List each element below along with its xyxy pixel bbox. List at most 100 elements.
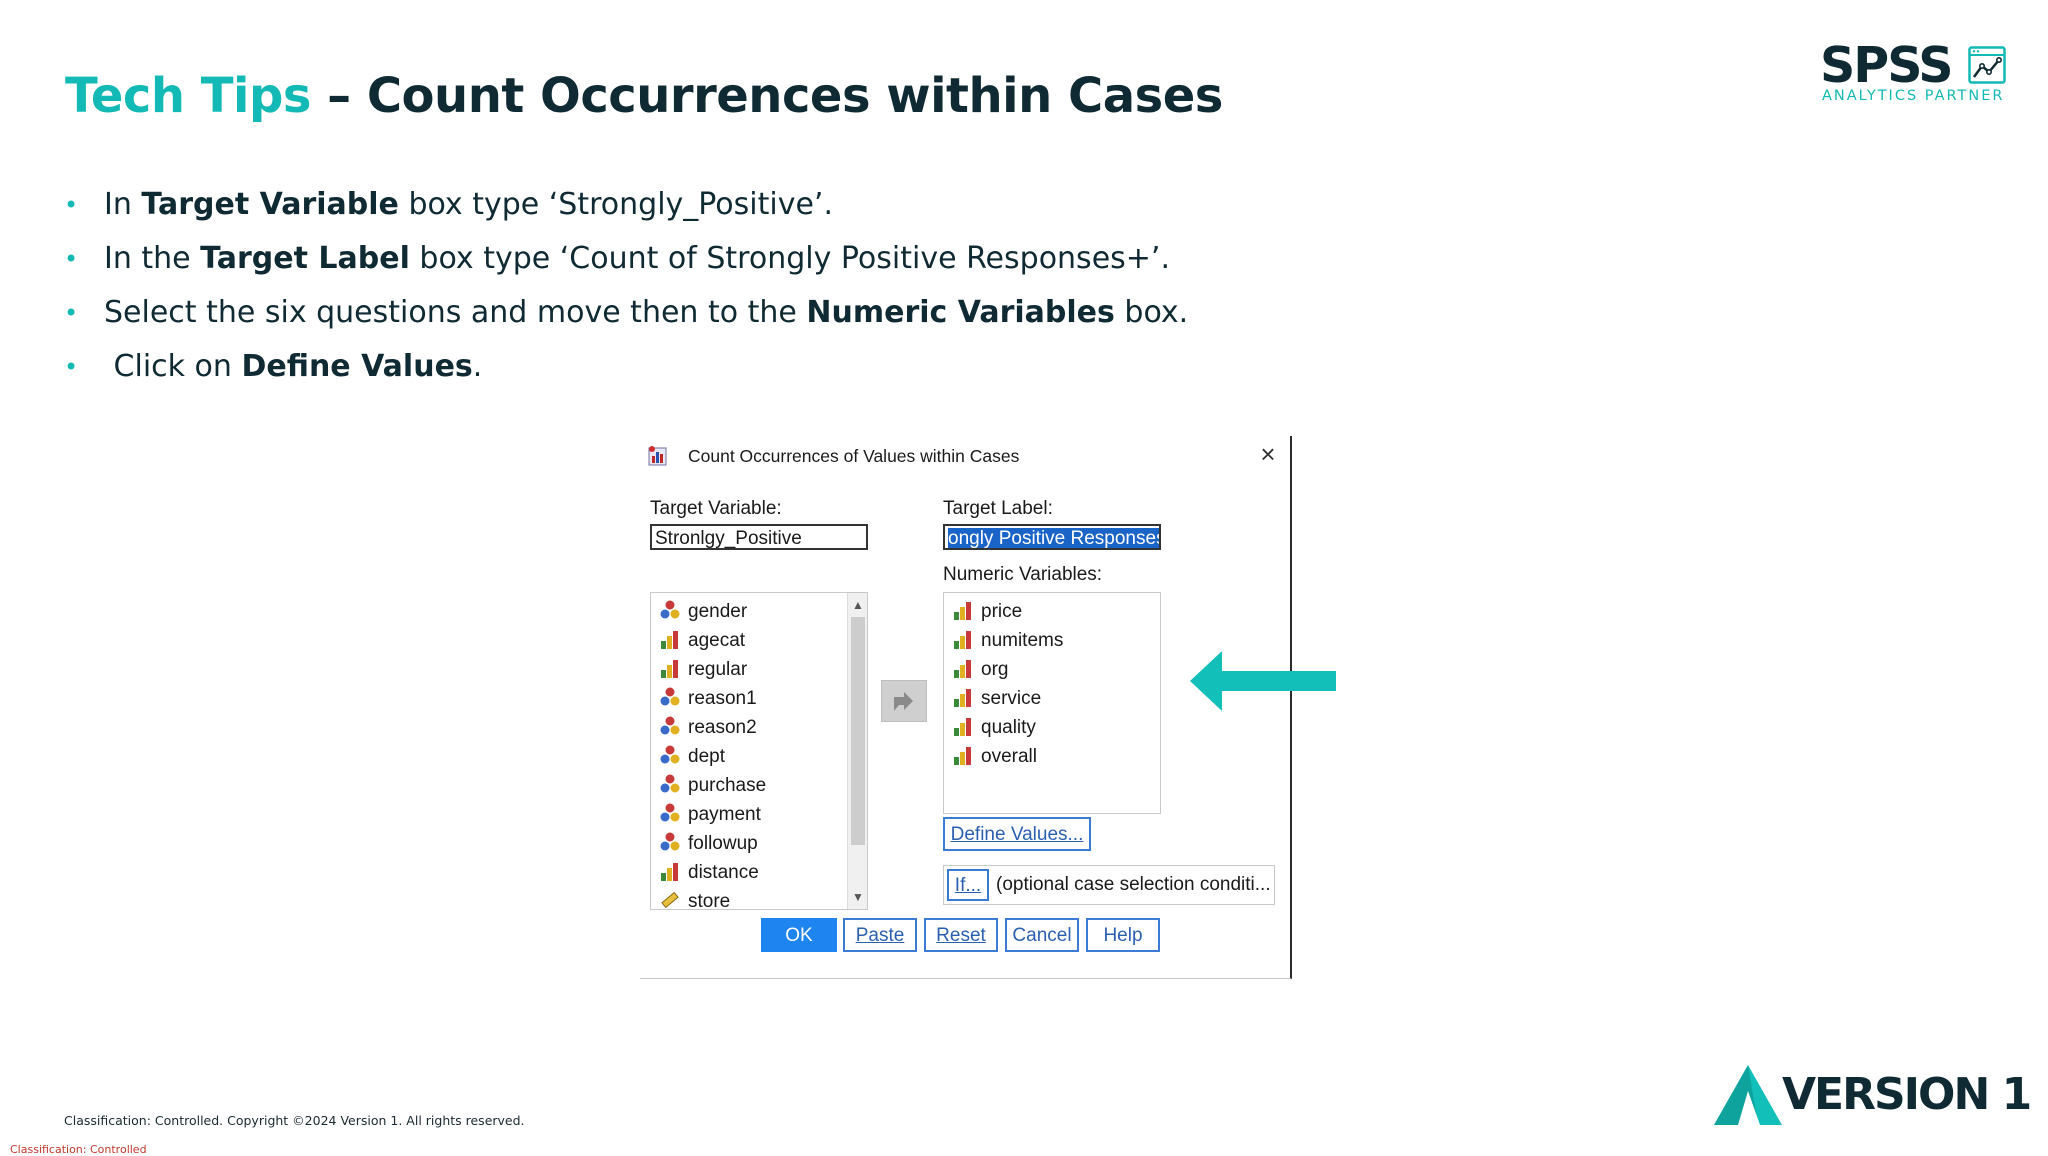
chart-line-icon [1968,46,2006,84]
instruction-text: box. [1114,295,1189,330]
instruction-text: Select the six questions and move then t… [104,295,807,330]
variable-list-item[interactable]: quality [952,713,1036,742]
target-variable-label: Target Variable: [650,498,782,519]
title-rest: – Count Occurrences within Cases [310,68,1223,124]
instruction-text: box type ‘Count of Strongly Positive Res… [409,241,1170,276]
close-icon[interactable]: × [1256,441,1280,467]
variable-name: gender [688,601,748,622]
instruction-bold: Target Label [200,241,410,276]
instruction-text: Click on [104,349,242,384]
define-values-button[interactable]: Define Values... [943,817,1091,851]
target-label-label: Target Label: [943,498,1053,519]
instruction-bold: Define Values [241,349,473,384]
ordinal-variable-icon [954,718,971,736]
reset-label: Reset [936,925,986,946]
variable-list-item[interactable]: overall [952,742,1037,771]
variable-name: agecat [688,630,746,651]
variable-list-item[interactable]: dept [659,742,725,771]
bullet-dot: • [64,353,79,381]
variable-list-item[interactable]: purchase [659,771,766,800]
variable-list-item[interactable]: agecat [659,626,745,655]
variable-name: service [981,688,1042,709]
variable-list-item[interactable]: price [952,597,1022,626]
instruction-bold: Numeric Variables [806,295,1115,330]
variable-name: org [981,659,1009,680]
variable-name: overall [981,746,1037,767]
reset-button[interactable]: Reset [924,918,998,952]
scroll-up-icon[interactable]: ▲ [848,595,867,615]
variable-list-item[interactable]: reason2 [659,713,757,742]
define-values-label: Define Values... [950,824,1084,845]
ordinal-variable-icon [954,660,971,678]
ordinal-variable-icon [954,602,971,620]
ordinal-variable-icon [661,631,678,649]
scale-variable-icon [661,891,679,909]
spss-logo-word: SPSS [1820,37,1954,94]
variable-name: followup [688,833,758,854]
target-variable-value: Stronlgy_Positive [655,528,802,549]
instruction-item: • In the Target Label box type ‘Count of … [62,237,1188,291]
variable-list-item[interactable]: numitems [952,626,1063,655]
variable-list-item[interactable]: service [952,684,1041,713]
variable-name: regular [688,659,748,680]
nominal-variable-icon [660,600,680,619]
help-button[interactable]: Help [1086,918,1160,952]
target-variable-input[interactable]: Stronlgy_Positive [650,524,868,550]
cancel-button[interactable]: Cancel [1005,918,1079,952]
instruction-text: . [472,349,483,384]
copyright-text: Classification: Controlled. Copyright ©2… [64,1113,525,1128]
variable-name: store [688,891,731,910]
variable-name: price [981,601,1023,622]
instruction-text: In the [104,241,201,276]
if-button[interactable]: If... [947,869,989,901]
version1-logo-word: VERSION 1 [1782,1069,2032,1120]
variable-name: distance [688,862,759,883]
bullet-dot: • [64,191,79,219]
variable-list-item[interactable]: distance [659,858,759,887]
spss-app-icon [648,446,667,466]
variable-list-item[interactable]: org [952,655,1008,684]
instruction-bold: Target Variable [141,187,399,222]
variable-list-item[interactable]: gender [659,597,747,626]
variable-list-item[interactable]: followup [659,829,758,858]
numeric-variables-list[interactable]: price numitems org service quality overall [943,592,1161,814]
ordinal-variable-icon [954,747,971,765]
instruction-item: • In Target Variable box type ‘Strongly_P… [62,183,1188,237]
instruction-text: In [104,187,142,222]
instruction-item: • Select the six questions and move then … [62,291,1188,345]
if-condition-text: (optional case selection conditi... [996,874,1271,895]
variable-name: purchase [688,775,767,796]
slide-title: Tech Tips – Count Occurrences within Cas… [65,68,1223,124]
variable-list-item[interactable]: reason1 [659,684,757,713]
scrollbar-thumb[interactable] [851,617,865,845]
variable-list-item[interactable]: store [659,887,731,910]
dialog-title: Count Occurrences of Values within Cases [688,446,1020,466]
nominal-variable-icon [660,687,680,706]
paste-button[interactable]: Paste [843,918,917,952]
numeric-variables-label: Numeric Variables: [943,564,1103,585]
source-variable-list[interactable]: ▲ ▼ gender agecat regular reason1 reason2 dep… [650,592,868,910]
if-condition-row: If... (optional case selection conditi..… [943,865,1275,905]
instruction-list: • In Target Variable box type ‘Strongly_P… [62,183,1188,399]
version1-triangle-icon [1714,1065,1782,1125]
pointer-arrow-icon [1190,651,1336,711]
variable-list-item[interactable]: payment [659,800,761,829]
source-list-scrollbar[interactable]: ▲ ▼ [847,593,867,909]
move-arrow-icon [894,692,913,711]
nominal-variable-icon [660,716,680,735]
variable-name: reason2 [688,717,757,738]
move-to-numeric-button[interactable] [881,680,927,722]
variable-name: reason1 [688,688,757,709]
instruction-text: box type ‘Strongly_Positive’. [398,187,833,222]
ordinal-variable-icon [661,660,678,678]
spss-logo-subtitle: ANALYTICS PARTNER [1822,88,2005,104]
ordinal-variable-icon [954,631,971,649]
version1-logo: VERSION 1 [1712,1063,2032,1129]
if-label: If... [954,875,982,896]
target-label-input[interactable]: ongly Positive Responses [943,524,1161,550]
variable-name: numitems [981,630,1064,651]
scroll-down-icon[interactable]: ▼ [848,887,867,907]
variable-list-item[interactable]: regular [659,655,747,684]
ok-button[interactable]: OK [761,918,837,952]
nominal-variable-icon [660,832,680,851]
